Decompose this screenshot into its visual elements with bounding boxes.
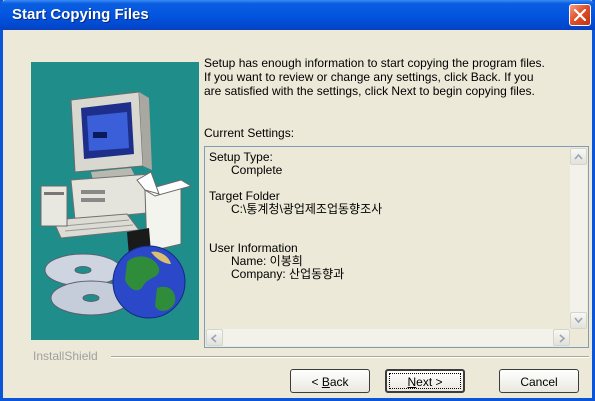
chevron-up-icon xyxy=(574,153,583,160)
chevron-down-icon xyxy=(574,317,583,324)
intro-text: Setup has enough information to start co… xyxy=(204,56,589,98)
installshield-brand: InstallShield xyxy=(33,349,98,363)
user-company: Company: 산업동향과 xyxy=(231,267,345,281)
vertical-scrollbar[interactable] xyxy=(570,148,587,329)
window-title: Start Copying Files xyxy=(12,6,149,23)
intro-line: are satisfied with the settings, click N… xyxy=(204,84,535,98)
back-button[interactable]: < Back xyxy=(290,369,370,393)
target-folder-value: C:\통계청\광업제조업동향조사 xyxy=(231,202,383,216)
title-bar[interactable]: Start Copying Files xyxy=(0,0,595,30)
back-mnemonic: B xyxy=(321,375,330,389)
current-settings-box[interactable]: Setup Type: Complete Target Folder C:\통계… xyxy=(204,146,589,348)
setup-type-value: Complete xyxy=(231,163,283,177)
setup-dialog: Start Copying Files Setup has enough inf… xyxy=(0,0,595,401)
close-icon xyxy=(574,9,586,21)
settings-text: Setup Type: Complete Target Folder C:\통계… xyxy=(209,151,564,281)
next-label: ext > xyxy=(416,375,443,389)
scroll-down-button[interactable] xyxy=(570,312,587,329)
footer-divider xyxy=(111,356,589,358)
close-button[interactable] xyxy=(569,4,591,26)
scroll-up-button[interactable] xyxy=(570,148,587,165)
horizontal-scrollbar[interactable] xyxy=(206,329,570,346)
setup-illustration xyxy=(31,62,199,340)
next-button[interactable]: Next > xyxy=(385,369,465,393)
intro-line: If you want to review or change any sett… xyxy=(204,70,534,84)
intro-line: Setup has enough information to start co… xyxy=(204,56,545,70)
back-label: ack xyxy=(329,375,349,389)
chevron-right-icon xyxy=(559,334,566,343)
next-mnemonic: N xyxy=(407,375,417,389)
cancel-button[interactable]: Cancel xyxy=(499,369,579,393)
scroll-corner xyxy=(570,329,587,346)
current-settings-label: Current Settings: xyxy=(204,126,295,140)
scroll-left-button[interactable] xyxy=(206,329,223,346)
computer-box-cd-globe-illustration xyxy=(40,91,193,319)
back-prefix: < xyxy=(311,375,322,389)
chevron-left-icon xyxy=(210,334,217,343)
scroll-right-button[interactable] xyxy=(553,329,570,346)
